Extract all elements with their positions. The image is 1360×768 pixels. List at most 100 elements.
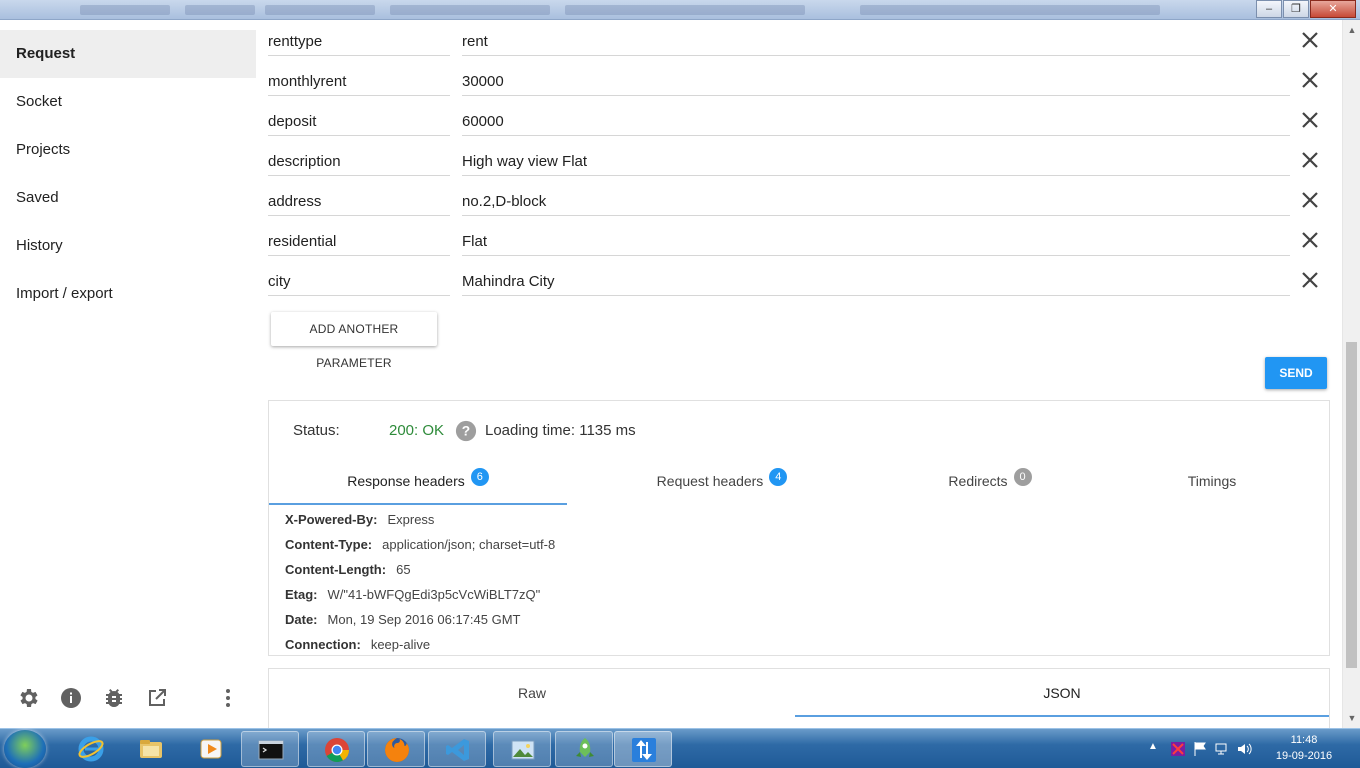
loading-time: Loading time: 1135 ms	[485, 422, 636, 439]
header-row: Etag: W/"41-bWFQgEdi3p5cVcWiBLT7zQ"	[285, 582, 985, 607]
visual-studio-code-app[interactable]	[428, 731, 486, 767]
image-viewer-app[interactable]	[493, 731, 551, 767]
chrome-app[interactable]	[307, 731, 365, 767]
header-row: Content-Length: 65	[285, 557, 985, 582]
header-name: Etag:	[285, 587, 318, 602]
close-icon[interactable]	[1298, 268, 1322, 292]
sidebar-item-request[interactable]: Request	[0, 30, 256, 78]
more-vert-icon[interactable]	[216, 686, 240, 710]
chrome-icon	[325, 738, 349, 763]
open-in-new-icon[interactable]	[145, 686, 169, 710]
chevron-up-icon[interactable]: ▲	[1148, 741, 1164, 757]
scroll-down-icon[interactable]: ▼	[1346, 712, 1358, 724]
header-name: Connection:	[285, 637, 361, 652]
close-icon[interactable]	[1298, 188, 1322, 212]
param-row: monthlyrent 30000	[268, 62, 1332, 102]
close-icon[interactable]	[1298, 68, 1322, 92]
tab-request-headers[interactable]: Request headers 4	[567, 461, 877, 505]
vertical-scrollbar[interactable]: ▲ ▼	[1342, 20, 1360, 728]
vscode-icon	[446, 739, 469, 761]
command-prompt-app[interactable]	[241, 731, 299, 767]
response-headers-list: X-Powered-By: Express Content-Type: applic…	[285, 507, 985, 657]
internet-explorer-app[interactable]	[62, 731, 120, 767]
taskbar-clock[interactable]: 11:48 19-09-2016	[1262, 732, 1346, 764]
count-badge: 0	[1013, 468, 1032, 486]
sidebar-item-import-export[interactable]: Import / export	[0, 270, 256, 318]
param-value-input[interactable]: no.2,D-block	[462, 184, 1290, 216]
param-name-input[interactable]: deposit	[268, 104, 450, 136]
param-name-input[interactable]: address	[268, 184, 450, 216]
header-name: Content-Type:	[285, 537, 373, 552]
param-value-input[interactable]: Mahindra City	[462, 264, 1290, 296]
firefox-app[interactable]	[367, 731, 425, 767]
param-value-input[interactable]: Flat	[462, 224, 1290, 256]
bug-icon[interactable]	[102, 686, 126, 710]
param-row: residential Flat	[268, 222, 1332, 262]
param-row: deposit 60000	[268, 102, 1332, 142]
header-value: 65	[396, 562, 411, 577]
param-name-input[interactable]: city	[268, 264, 450, 296]
clock-date: 19-09-2016	[1275, 750, 1333, 762]
tab-redirects[interactable]: Redirects 0	[877, 461, 1103, 505]
tab-response-headers[interactable]: Response headers 6	[269, 461, 567, 505]
param-name-input[interactable]: monthlyrent	[268, 64, 450, 96]
media-player-app[interactable]	[182, 731, 240, 767]
taskbar: ▲ 11:48 19-09-2016	[0, 728, 1360, 768]
param-row: description High way view Flat	[268, 142, 1332, 182]
close-icon[interactable]	[1298, 28, 1322, 52]
rocket-app[interactable]	[555, 731, 613, 767]
close-window-button[interactable]: ✕	[1310, 0, 1356, 18]
param-value-input[interactable]: rent	[462, 24, 1290, 56]
scroll-thumb[interactable]	[1346, 342, 1357, 668]
add-parameter-button[interactable]: ADD ANOTHER PARAMETER	[271, 312, 437, 370]
start-button[interactable]	[4, 730, 46, 768]
response-body-panel: Raw JSON	[268, 668, 1330, 728]
header-row: Connection: keep-alive	[285, 632, 985, 657]
sidebar-item-socket[interactable]: Socket	[0, 78, 256, 126]
image-icon	[511, 740, 535, 760]
gear-icon[interactable]	[16, 686, 40, 710]
param-value-input[interactable]: 60000	[462, 104, 1290, 136]
blurred-tab	[860, 5, 1160, 15]
blurred-tab	[390, 5, 550, 15]
header-row: Content-Type: application/json; charset=u…	[285, 532, 985, 557]
param-row: renttype rent	[268, 22, 1332, 62]
send-button[interactable]: SEND	[1265, 357, 1327, 389]
header-value: application/json; charset=utf-8	[382, 537, 556, 552]
tab-timings[interactable]: Timings	[1103, 461, 1321, 505]
network-icon[interactable]	[1214, 741, 1230, 757]
sidebar-item-history[interactable]: History	[0, 222, 256, 270]
param-name-input[interactable]: renttype	[268, 24, 450, 56]
upload-download-app[interactable]	[614, 731, 672, 767]
param-value-input[interactable]: High way view Flat	[462, 144, 1290, 176]
close-icon[interactable]	[1298, 228, 1322, 252]
sidebar-item-projects[interactable]: Projects	[0, 126, 256, 174]
window-title-bar: – ❐ ✕	[0, 0, 1360, 20]
volume-icon[interactable]	[1236, 741, 1252, 757]
tab-raw[interactable]: Raw	[269, 669, 795, 717]
header-value: keep-alive	[370, 637, 431, 652]
sidebar-item-saved[interactable]: Saved	[0, 174, 256, 222]
help-icon[interactable]: ?	[455, 420, 477, 442]
tab-label: Response headers	[347, 473, 465, 489]
param-name-input[interactable]: residential	[268, 224, 450, 256]
flag-icon[interactable]	[1192, 741, 1208, 757]
count-badge: 4	[769, 468, 788, 486]
param-value-input[interactable]: 30000	[462, 64, 1290, 96]
file-explorer-app[interactable]	[122, 731, 180, 767]
close-icon[interactable]	[1298, 148, 1322, 172]
param-name-input[interactable]: description	[268, 144, 450, 176]
header-value: W/"41-bWFQgEdi3p5cVcWiBLT7zQ"	[327, 587, 541, 602]
info-icon[interactable]	[59, 686, 83, 710]
scroll-up-icon[interactable]: ▲	[1346, 24, 1358, 36]
header-name: Date:	[285, 612, 318, 627]
header-name: Content-Length:	[285, 562, 387, 577]
minimize-button[interactable]: –	[1256, 0, 1282, 18]
svg-text:?: ?	[462, 424, 470, 439]
restore-button[interactable]: ❐	[1283, 0, 1309, 18]
security-icon[interactable]	[1170, 741, 1186, 757]
folder-icon	[140, 740, 162, 758]
sidebar-footer-icons	[0, 686, 256, 712]
tab-json[interactable]: JSON	[795, 669, 1329, 717]
close-icon[interactable]	[1298, 108, 1322, 132]
